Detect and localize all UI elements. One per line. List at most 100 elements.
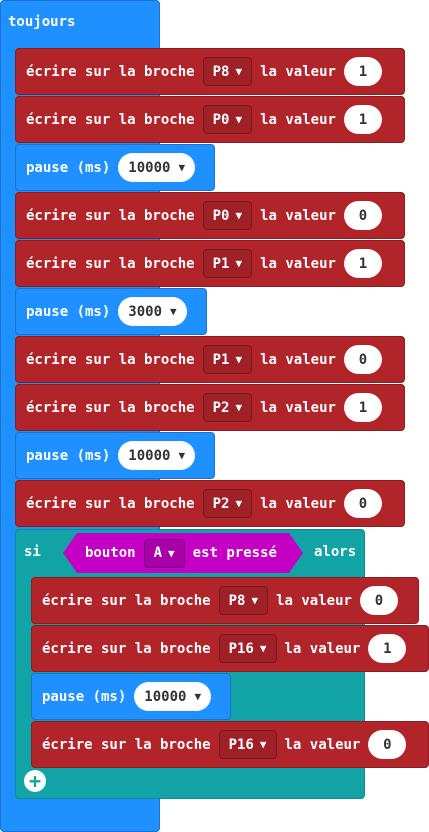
caret-down-icon: ▼: [259, 642, 267, 655]
pause-block[interactable]: pause (ms) 3000 ▼: [15, 288, 207, 335]
pin-dropdown[interactable]: P2 ▼: [202, 393, 253, 422]
pause-duration-dropdown[interactable]: 3000 ▼: [118, 297, 187, 326]
value-input[interactable]: 0: [343, 201, 382, 230]
caret-down-icon: ▼: [235, 257, 243, 270]
caret-down-icon: ▼: [235, 65, 243, 78]
pin-value: P1: [212, 255, 230, 272]
block-label: écrire sur la broche: [42, 736, 211, 753]
digital-write-block[interactable]: écrire sur la broche P2 ▼ la valeur 0: [15, 480, 405, 527]
caret-down-icon: ▼: [168, 546, 175, 560]
pin-dropdown[interactable]: P8 ▼: [202, 57, 253, 86]
block-label: pause (ms): [26, 303, 111, 320]
value-label: la valeur: [284, 736, 361, 753]
value-input[interactable]: 1: [368, 634, 407, 663]
pin-value: P16: [228, 736, 254, 753]
pause-block[interactable]: pause (ms) 10000 ▼: [15, 144, 215, 191]
pause-value: 10000: [128, 159, 171, 176]
pin-value: P0: [212, 207, 230, 224]
caret-down-icon: ▼: [170, 305, 177, 318]
pin-dropdown[interactable]: P1 ▼: [202, 345, 253, 374]
pause-block[interactable]: pause (ms) 10000 ▼: [15, 432, 215, 479]
block-label: écrire sur la broche: [26, 399, 195, 416]
digital-write-block[interactable]: écrire sur la broche P1 ▼ la valeur 0: [15, 336, 405, 383]
pause-duration-dropdown[interactable]: 10000 ▼: [134, 682, 212, 711]
block-label: écrire sur la broche: [26, 351, 195, 368]
pin-dropdown[interactable]: P16 ▼: [218, 634, 277, 663]
pause-duration-dropdown[interactable]: 10000 ▼: [118, 441, 196, 470]
caret-down-icon: ▼: [235, 113, 243, 126]
digital-write-block[interactable]: écrire sur la broche P0 ▼ la valeur 1: [15, 96, 405, 143]
button-value: A: [153, 545, 163, 561]
caret-down-icon: ▼: [194, 690, 202, 703]
if-keyword: si: [24, 544, 41, 560]
pin-dropdown[interactable]: P0 ▼: [202, 105, 253, 134]
pin-dropdown[interactable]: P0 ▼: [202, 201, 253, 230]
value-label: la valeur: [260, 351, 336, 368]
value-input[interactable]: 0: [368, 730, 407, 759]
value-label: la valeur: [284, 640, 361, 657]
value-label: la valeur: [260, 495, 336, 512]
digital-write-block[interactable]: écrire sur la broche P1 ▼ la valeur 1: [15, 240, 405, 287]
then-keyword: alors: [314, 544, 357, 560]
button-pressed-condition[interactable]: bouton A ▼ est pressé: [63, 533, 303, 573]
caret-down-icon: ▼: [235, 209, 243, 222]
condition-suffix: est pressé: [192, 545, 277, 561]
value-label: la valeur: [260, 111, 336, 128]
value-label: la valeur: [260, 207, 336, 224]
pin-value: P8: [228, 592, 246, 609]
caret-down-icon: ▼: [235, 353, 243, 366]
block-label: pause (ms): [26, 159, 111, 176]
value-input[interactable]: 0: [343, 345, 382, 374]
pause-value: 3000: [128, 303, 163, 320]
pin-value: P2: [212, 495, 230, 512]
pin-dropdown[interactable]: P8 ▼: [218, 586, 269, 615]
condition-prefix: bouton: [85, 545, 136, 561]
digital-write-block[interactable]: écrire sur la broche P8 ▼ la valeur 0: [31, 577, 419, 624]
pin-value: P2: [212, 399, 230, 416]
block-label: pause (ms): [26, 447, 111, 464]
block-label: écrire sur la broche: [42, 640, 211, 657]
value-label: la valeur: [260, 255, 336, 272]
value-label: la valeur: [260, 63, 336, 80]
pin-value: P1: [212, 351, 230, 368]
block-label: pause (ms): [42, 688, 127, 705]
caret-down-icon: ▼: [178, 449, 186, 462]
block-label: écrire sur la broche: [42, 592, 211, 609]
digital-write-block[interactable]: écrire sur la broche P2 ▼ la valeur 1: [15, 384, 405, 431]
block-label: écrire sur la broche: [26, 207, 195, 224]
value-input[interactable]: 1: [343, 249, 382, 278]
block-label: écrire sur la broche: [26, 63, 195, 80]
digital-write-block[interactable]: écrire sur la broche P8 ▼ la valeur 1: [15, 48, 405, 95]
pin-value: P8: [212, 63, 230, 80]
pin-value: P0: [212, 111, 230, 128]
block-label: écrire sur la broche: [26, 255, 195, 272]
value-input[interactable]: 1: [343, 57, 382, 86]
value-input[interactable]: 1: [343, 393, 382, 422]
digital-write-block[interactable]: écrire sur la broche P0 ▼ la valeur 0: [15, 192, 405, 239]
pause-value: 10000: [144, 688, 187, 705]
caret-down-icon: ▼: [235, 497, 243, 510]
button-dropdown[interactable]: A ▼: [144, 539, 185, 568]
pin-dropdown[interactable]: P2 ▼: [202, 489, 253, 518]
digital-write-block[interactable]: écrire sur la broche P16 ▼ la valeur 0: [31, 721, 429, 768]
pin-dropdown[interactable]: P1 ▼: [202, 249, 253, 278]
caret-down-icon: ▼: [235, 401, 243, 414]
pause-duration-dropdown[interactable]: 10000 ▼: [118, 153, 196, 182]
plus-circle-icon[interactable]: +: [24, 770, 46, 792]
value-input[interactable]: 0: [343, 489, 382, 518]
pause-block[interactable]: pause (ms) 10000 ▼: [31, 673, 231, 720]
pin-value: P16: [228, 640, 254, 657]
block-label: écrire sur la broche: [26, 495, 195, 512]
block-label: écrire sur la broche: [26, 111, 195, 128]
forever-label: toujours: [8, 14, 76, 30]
value-input[interactable]: 1: [343, 105, 382, 134]
caret-down-icon: ▼: [259, 738, 267, 751]
pin-dropdown[interactable]: P16 ▼: [218, 730, 277, 759]
value-input[interactable]: 0: [359, 586, 398, 615]
caret-down-icon: ▼: [178, 161, 186, 174]
caret-down-icon: ▼: [251, 594, 259, 607]
pause-value: 10000: [128, 447, 171, 464]
value-label: la valeur: [260, 399, 336, 416]
digital-write-block[interactable]: écrire sur la broche P16 ▼ la valeur 1: [31, 625, 429, 672]
value-label: la valeur: [276, 592, 352, 609]
